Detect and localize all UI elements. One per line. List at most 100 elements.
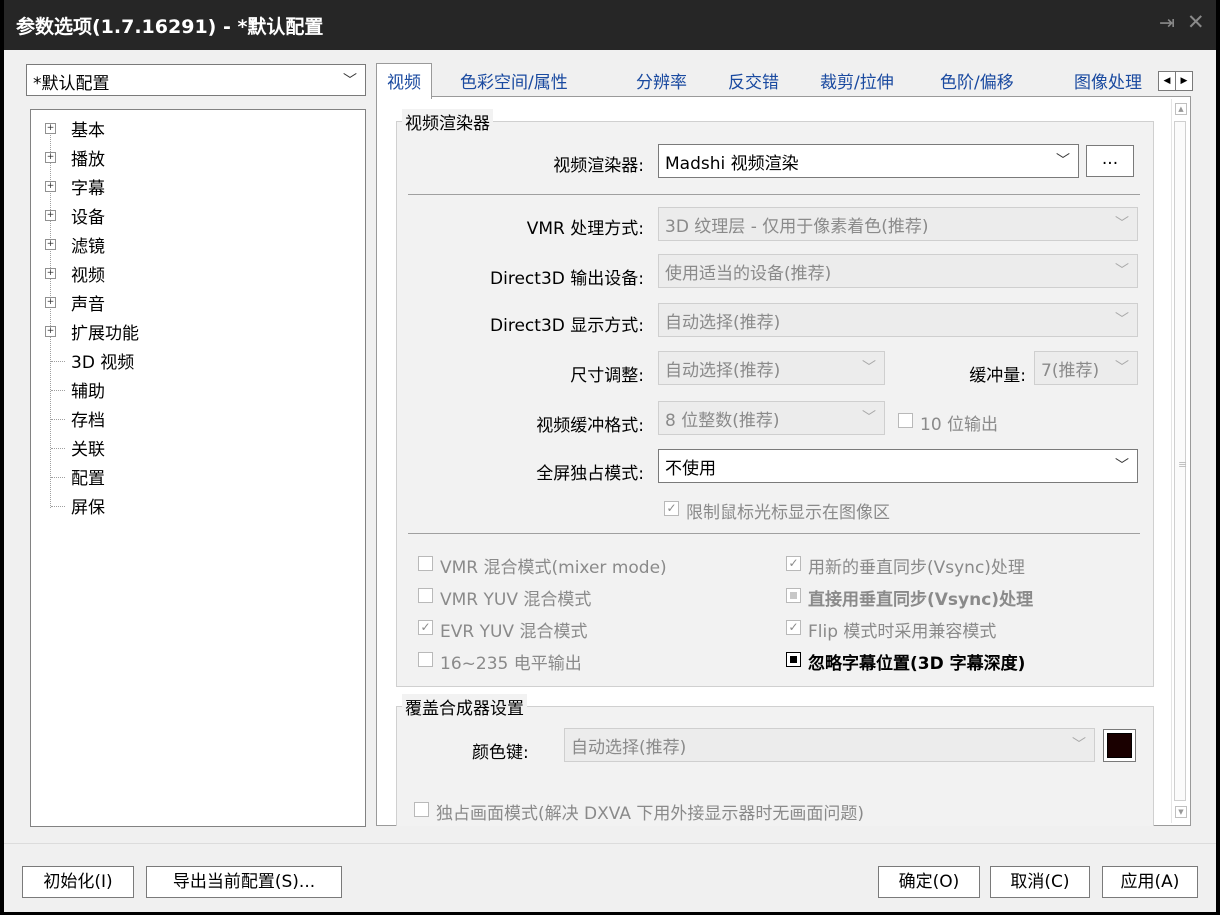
buffer-format-select[interactable]: 8 位整数(推荐) ﹀ — [658, 401, 885, 435]
profile-select[interactable]: *默认配置 ﹀ — [26, 64, 366, 96]
tab-scroll-left-icon[interactable]: ◀ — [1158, 71, 1176, 91]
chevron-down-icon: ﹀ — [1115, 312, 1129, 328]
renderer-select[interactable]: Madshi 视频渲染 ﹀ — [658, 144, 1079, 178]
resize-select[interactable]: 自动选择(推荐) ﹀ — [658, 351, 885, 385]
buffer-label: 缓冲量: — [969, 366, 1026, 386]
d3d-display-label: Direct3D 显示方式: — [490, 316, 644, 336]
expand-plus-icon[interactable]: + — [45, 123, 56, 134]
tab-image-processing[interactable]: 图像处理 — [1074, 68, 1150, 93]
indeterminate-square — [790, 592, 797, 599]
option-checkbox[interactable]: ✓ EVR YUV 混合模式 — [418, 617, 738, 642]
option-checkbox[interactable]: 16~235 电平输出 — [418, 649, 738, 674]
tree-item-label: 屏保 — [71, 498, 105, 518]
tab-label: 裁剪/拉伸 — [820, 73, 894, 93]
d3d-device-select[interactable]: 使用适当的设备(推荐) ﹀ — [658, 254, 1138, 288]
scroll-down-icon[interactable]: ▼ — [1175, 806, 1187, 818]
option-checkbox[interactable]: VMR 混合模式(mixer mode) — [418, 553, 738, 578]
expand-plus-icon[interactable]: + — [45, 268, 56, 279]
scroll-thumb[interactable]: ≡ — [1174, 121, 1187, 801]
checkbox-label: VMR YUV 混合模式 — [440, 590, 592, 610]
tab-video[interactable]: 视频 — [376, 63, 432, 99]
tree-item-label: 3D 视频 — [71, 353, 135, 373]
tree-item-label: 关联 — [71, 440, 105, 460]
tree-item-label: 滤镜 — [71, 237, 105, 257]
d3d-device-label: Direct3D 输出设备: — [490, 269, 644, 289]
color-key-value: 自动选择(推荐) — [571, 738, 687, 758]
limit-cursor-checkbox[interactable]: ✓ 限制鼠标光标显示在图像区 — [664, 498, 964, 523]
color-key-select[interactable]: 自动选择(推荐) ﹀ — [564, 728, 1095, 762]
expand-plus-icon[interactable]: + — [45, 297, 56, 308]
expand-plus-icon[interactable]: + — [45, 181, 56, 192]
expand-plus-icon[interactable]: + — [45, 210, 56, 221]
renderer-label: 视频渲染器: — [553, 156, 644, 176]
tab-label: 分辨率 — [636, 73, 687, 93]
tab-scroll-right-icon[interactable]: ▶ — [1175, 71, 1193, 91]
expand-plus-icon[interactable]: + — [45, 326, 56, 337]
chevron-down-icon: ﹀ — [1115, 360, 1129, 376]
tab-label: 色彩空间/属性 — [460, 73, 568, 93]
chevron-down-icon: ﹀ — [862, 410, 876, 426]
tab-label: 色阶/偏移 — [940, 73, 1014, 93]
option-checkbox[interactable]: 忽略字幕位置(3D 字幕深度) — [786, 649, 1106, 674]
option-checkbox[interactable]: VMR YUV 混合模式 — [418, 585, 738, 610]
export-config-button[interactable]: 导出当前配置(S)... — [146, 866, 342, 898]
checkbox-box — [414, 802, 429, 817]
separator — [408, 533, 1140, 534]
initialize-button[interactable]: 初始化(I) — [22, 866, 134, 898]
checkbox-label: VMR 混合模式(mixer mode) — [440, 558, 667, 578]
renderer-select-value: Madshi 视频渲染 — [665, 154, 799, 174]
tree-connector — [51, 506, 65, 507]
window-title: 参数选项(1.7.16291) - *默认配置 — [16, 16, 324, 38]
tree-connector — [51, 448, 65, 449]
tree-connector — [51, 390, 65, 391]
tab-color-space[interactable]: 色彩空间/属性 — [460, 68, 568, 93]
tab-resolution[interactable]: 分辨率 — [636, 68, 687, 93]
d3d-device-value: 使用适当的设备(推荐) — [665, 264, 832, 284]
fullscreen-select[interactable]: 不使用 ﹀ — [658, 449, 1138, 483]
category-tree[interactable]: + 基本 + 播放 + 字幕 + 设备 + 滤镜 + 视频 + 声音 + 扩展功能 3D 视频 辅助 存档 关联 配置屏… — [30, 109, 366, 827]
vmr-mode-select[interactable]: 3D 纹理层 - 仅用于像素着色(推荐) ﹀ — [658, 207, 1138, 241]
d3d-display-select[interactable]: 自动选择(推荐) ﹀ — [658, 303, 1138, 337]
tree-item-label: 存档 — [71, 411, 105, 431]
panel-scrollbar[interactable]: ▲ ≡ ▼ — [1171, 99, 1190, 823]
renderer-settings-button[interactable]: ... — [1086, 145, 1134, 177]
checkbox-label: 16~235 电平输出 — [440, 654, 582, 674]
indeterminate-square — [790, 656, 797, 663]
option-checkbox[interactable]: 直接用垂直同步(Vsync)处理 — [786, 585, 1106, 610]
checkbox-box — [898, 413, 913, 428]
exclusive-screen-checkbox[interactable]: 独占画面模式(解决 DXVA 下用外接显示器时无画面问题) — [414, 799, 1014, 824]
chevron-down-icon: ﹀ — [343, 73, 357, 89]
ok-button[interactable]: 确定(O) — [878, 866, 980, 898]
tree-connector — [51, 419, 65, 420]
scroll-up-icon[interactable]: ▲ — [1175, 103, 1187, 115]
tree-item-label: 扩展功能 — [71, 324, 139, 344]
tree-item-label: 设备 — [71, 208, 105, 228]
fullscreen-label: 全屏独占模式: — [536, 464, 644, 484]
vmr-mode-label: VMR 处理方式: — [526, 219, 644, 239]
resize-label: 尺寸调整: — [570, 366, 644, 386]
option-checkbox[interactable]: ✓ 用新的垂直同步(Vsync)处理 — [786, 553, 1106, 578]
ten-bit-output-checkbox[interactable]: 10 位输出 — [898, 410, 1028, 435]
tab-label: 反交错 — [728, 73, 779, 93]
checkbox-label: Flip 模式时采用兼容模式 — [808, 622, 997, 642]
apply-button[interactable]: 应用(A) — [1102, 866, 1198, 898]
title-bar: 参数选项(1.7.16291) - *默认配置 ⇥ ✕ — [4, 0, 1216, 50]
overlay-group-title: 覆盖合成器设置 — [402, 694, 527, 719]
expand-plus-icon[interactable]: + — [45, 152, 56, 163]
tab-deinterlace[interactable]: 反交错 — [728, 68, 779, 93]
tab-levels[interactable]: 色阶/偏移 — [940, 68, 1014, 93]
indeterminate-icon — [786, 652, 801, 667]
cancel-button[interactable]: 取消(C) — [990, 866, 1090, 898]
color-key-swatch-button[interactable] — [1103, 729, 1136, 762]
pin-icon[interactable]: ⇥ — [1159, 12, 1175, 34]
checkmark-icon: ✓ — [664, 501, 679, 516]
option-checkbox[interactable]: ✓ Flip 模式时采用兼容模式 — [786, 617, 1106, 642]
indeterminate-icon — [786, 588, 801, 603]
expand-plus-icon[interactable]: + — [45, 239, 56, 250]
close-icon[interactable]: ✕ — [1187, 10, 1205, 34]
chevron-down-icon: ﹀ — [1115, 458, 1129, 474]
preferences-window: 参数选项(1.7.16291) - *默认配置 ⇥ ✕ *默认配置 ﹀ + 基本 +… — [4, 0, 1216, 912]
vmr-mode-value: 3D 纹理层 - 仅用于像素着色(推荐) — [665, 217, 929, 237]
tab-crop-stretch[interactable]: 裁剪/拉伸 — [820, 68, 894, 93]
buffer-select[interactable]: 7(推荐) ﹀ — [1034, 351, 1138, 385]
